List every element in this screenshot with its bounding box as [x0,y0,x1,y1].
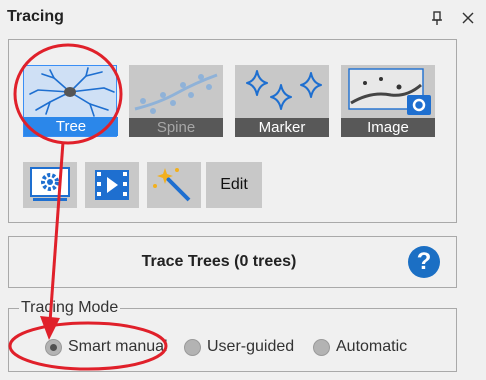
marker-icon [246,70,322,110]
magic-wand-button[interactable] [147,162,201,208]
automatic-label: Automatic [336,338,408,355]
settings-monitor-icon [30,167,70,201]
image-tile-label: Image [341,118,435,137]
trace-trees-button[interactable]: Trace Trees (0 trees) [9,237,429,287]
tracing-mode-legend: Tracing Mode [19,299,121,317]
smart-manual-label: Smart manual [68,338,168,355]
tree-tile-label: Tree [24,117,118,136]
image-tile[interactable]: Image [341,65,435,137]
trace-trees-bar: Trace Trees (0 trees) ? [8,236,457,288]
window-titlebar: Tracing [0,0,486,36]
spine-tile-label: Spine [129,118,223,137]
pin-icon[interactable] [428,9,446,27]
user-guided-label: User-guided [207,338,295,355]
film-icon [95,170,129,200]
radio-dot [45,339,62,356]
edit-button[interactable]: Edit [206,162,262,208]
marker-tile[interactable]: Marker [235,65,329,137]
radio-dot [313,339,330,356]
tree-tile[interactable]: Tree [23,65,118,137]
close-icon[interactable] [459,9,477,27]
tools-panel: Tree Spine Marker Image Edit [8,39,457,223]
video-button[interactable] [85,162,139,208]
window-title: Tracing [7,8,64,25]
magic-wand-icon [153,168,191,202]
tree-icon [29,67,115,117]
tracing-mode-group: Tracing Mode Smart manual User-guided Au… [8,299,457,372]
settings-button[interactable] [23,162,77,208]
spine-tile[interactable]: Spine [129,65,223,137]
help-icon[interactable]: ? [408,246,440,278]
marker-tile-label: Marker [235,118,329,137]
spine-icon [134,73,218,114]
radio-dot [184,339,201,356]
image-icon [348,68,431,115]
